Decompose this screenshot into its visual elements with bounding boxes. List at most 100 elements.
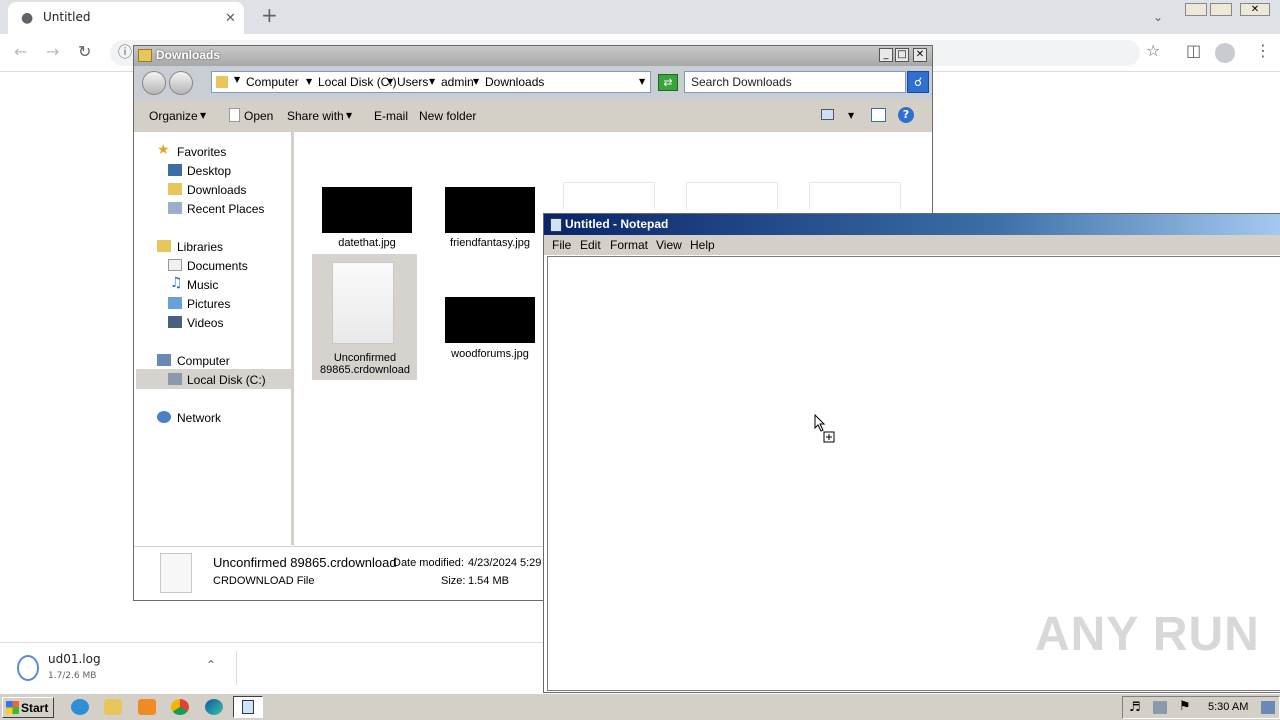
share-with-button[interactable]: Share with [287, 109, 344, 123]
start-button[interactable]: Start [2, 697, 54, 718]
help-icon[interactable]: ? [898, 107, 914, 123]
bookmark-star-icon[interactable]: ☆ [1146, 43, 1160, 59]
tab-search-icon[interactable]: ⌄ [1153, 9, 1163, 25]
nav-downloads[interactable]: Downloads [187, 183, 246, 197]
search-icon[interactable]: ☌ [907, 71, 929, 93]
menu-edit[interactable]: Edit [580, 238, 601, 252]
search-box[interactable]: Search Downloads [684, 71, 906, 93]
refresh-icon[interactable]: ⇄ [658, 74, 678, 91]
network-tray-icon[interactable] [1153, 701, 1167, 714]
close-window-icon[interactable]: ✕ [1240, 3, 1270, 16]
minimize-button[interactable]: _ [879, 48, 893, 62]
forward-icon[interactable]: → [46, 44, 59, 60]
explorer-title: Downloads [156, 48, 221, 62]
close-tab-icon[interactable]: ✕ [225, 11, 236, 27]
navigation-pane: ★ Favorites Desktop Downloads Recent Pla… [136, 132, 294, 545]
chevron-down-icon[interactable]: ▼ [848, 111, 854, 120]
file-item[interactable] [809, 182, 901, 210]
breadcrumb-admin[interactable]: admin [441, 75, 474, 89]
chevron-right-icon[interactable]: ▼ [429, 77, 435, 86]
chevron-down-icon[interactable]: ▼ [346, 111, 352, 120]
file-item[interactable]: datethat.jpg [312, 182, 422, 252]
nav-recent-places[interactable]: Recent Places [187, 202, 264, 216]
browser-tab[interactable]: ● Untitled ✕ [8, 2, 244, 34]
file-item[interactable]: woodforums.jpg [435, 297, 545, 367]
chevron-right-icon[interactable]: ▼ [306, 77, 312, 86]
search-input[interactable]: Search Downloads [691, 75, 792, 89]
globe-icon: ● [21, 10, 34, 26]
file-name: friendfantasy.jpg [450, 237, 530, 249]
chevron-right-icon[interactable]: ▼ [473, 77, 479, 86]
nav-libraries[interactable]: Libraries [177, 240, 223, 254]
volume-icon[interactable]: ♬ [1129, 700, 1141, 715]
minimize-icon[interactable] [1185, 3, 1207, 16]
side-panel-icon[interactable]: ◫ [1186, 43, 1201, 59]
clock[interactable]: 5:30 AM [1208, 701, 1248, 713]
nav-network[interactable]: Network [177, 411, 221, 425]
breadcrumb-downloads[interactable]: Downloads [485, 75, 544, 89]
size-label: Size: [441, 575, 466, 587]
flag-icon[interactable]: ⚑ [1179, 699, 1191, 714]
file-item[interactable] [563, 182, 655, 210]
breadcrumb-users[interactable]: Users [397, 75, 428, 89]
breadcrumb-computer[interactable]: Computer [246, 75, 299, 89]
explorer-titlebar[interactable]: Downloads _ □ ✕ [134, 46, 932, 66]
preview-pane-icon[interactable] [871, 108, 886, 122]
chrome-icon[interactable] [171, 699, 189, 715]
download-progress: 1.7/2.6 MB [48, 671, 97, 681]
menu-view[interactable]: View [656, 238, 682, 252]
internet-explorer-icon[interactable] [71, 699, 89, 715]
download-filename[interactable]: ud01.log [48, 652, 101, 666]
tab-title: Untitled [43, 10, 91, 24]
nav-desktop[interactable]: Desktop [187, 164, 231, 178]
view-icon[interactable] [821, 109, 834, 120]
chevron-right-icon: ▼ [234, 75, 241, 84]
open-file-icon [229, 108, 240, 122]
close-button[interactable]: ✕ [913, 48, 927, 62]
notepad-titlebar[interactable]: Untitled - Notepad [544, 214, 1280, 235]
nav-pictures[interactable]: Pictures [187, 297, 230, 311]
videos-icon [168, 316, 182, 328]
music-icon: ♫ [170, 275, 183, 291]
media-player-icon[interactable] [138, 699, 156, 715]
menu-help[interactable]: Help [690, 238, 715, 252]
explorer-taskbar-icon[interactable] [104, 699, 122, 715]
breadcrumb-local-disk[interactable]: Local Disk (C:) [318, 75, 397, 89]
edge-icon[interactable] [205, 699, 223, 715]
restore-icon[interactable] [1210, 3, 1232, 16]
profile-avatar[interactable] [1215, 43, 1235, 63]
nav-videos[interactable]: Videos [187, 316, 223, 330]
history-dropdown-icon[interactable]: ▼ [639, 77, 645, 86]
new-folder-button[interactable]: New folder [419, 109, 476, 123]
chevron-right-icon[interactable]: ▼ [387, 77, 393, 86]
info-icon[interactable]: ⓘ [118, 45, 132, 61]
breadcrumb[interactable]: ▼ Computer ▼ Local Disk (C:) ▼ Users ▼ a… [211, 71, 651, 93]
nav-local-disk-selected[interactable]: Local Disk (C:) [136, 369, 291, 389]
new-tab-button[interactable]: + [261, 5, 278, 25]
browser-tab-strip: ● Untitled ✕ + ⌄ ✕ [0, 0, 1280, 34]
menu-file[interactable]: File [552, 238, 571, 252]
nav-documents[interactable]: Documents [187, 259, 248, 273]
file-item[interactable]: friendfantasy.jpg [435, 182, 545, 252]
chevron-up-icon[interactable]: ⌃ [206, 658, 216, 672]
organize-button[interactable]: Organize [149, 109, 198, 123]
reload-icon[interactable]: ↻ [78, 44, 91, 60]
email-button[interactable]: E-mail [374, 109, 408, 123]
image-thumbnail [445, 187, 535, 233]
file-item-selected[interactable]: Unconfirmed 89865.crdownload [312, 254, 417, 380]
maximize-button[interactable]: □ [895, 48, 909, 62]
back-button[interactable] [142, 71, 166, 95]
forward-button[interactable] [169, 71, 193, 95]
show-desktop-icon[interactable] [1261, 701, 1275, 714]
nav-favorites[interactable]: Favorites [177, 145, 226, 159]
menu-format[interactable]: Format [610, 238, 648, 252]
notepad-taskbar-button[interactable] [233, 696, 263, 718]
file-item[interactable] [686, 182, 778, 210]
nav-computer[interactable]: Computer [177, 354, 230, 368]
taskbar: Start ♬ ⚑ 5:30 AM [0, 693, 1280, 720]
back-icon[interactable]: ← [14, 44, 27, 60]
nav-music[interactable]: Music [187, 278, 218, 292]
menu-icon[interactable]: ⋮ [1255, 43, 1271, 59]
open-button[interactable]: Open [244, 109, 273, 123]
chevron-down-icon[interactable]: ▼ [200, 111, 206, 120]
